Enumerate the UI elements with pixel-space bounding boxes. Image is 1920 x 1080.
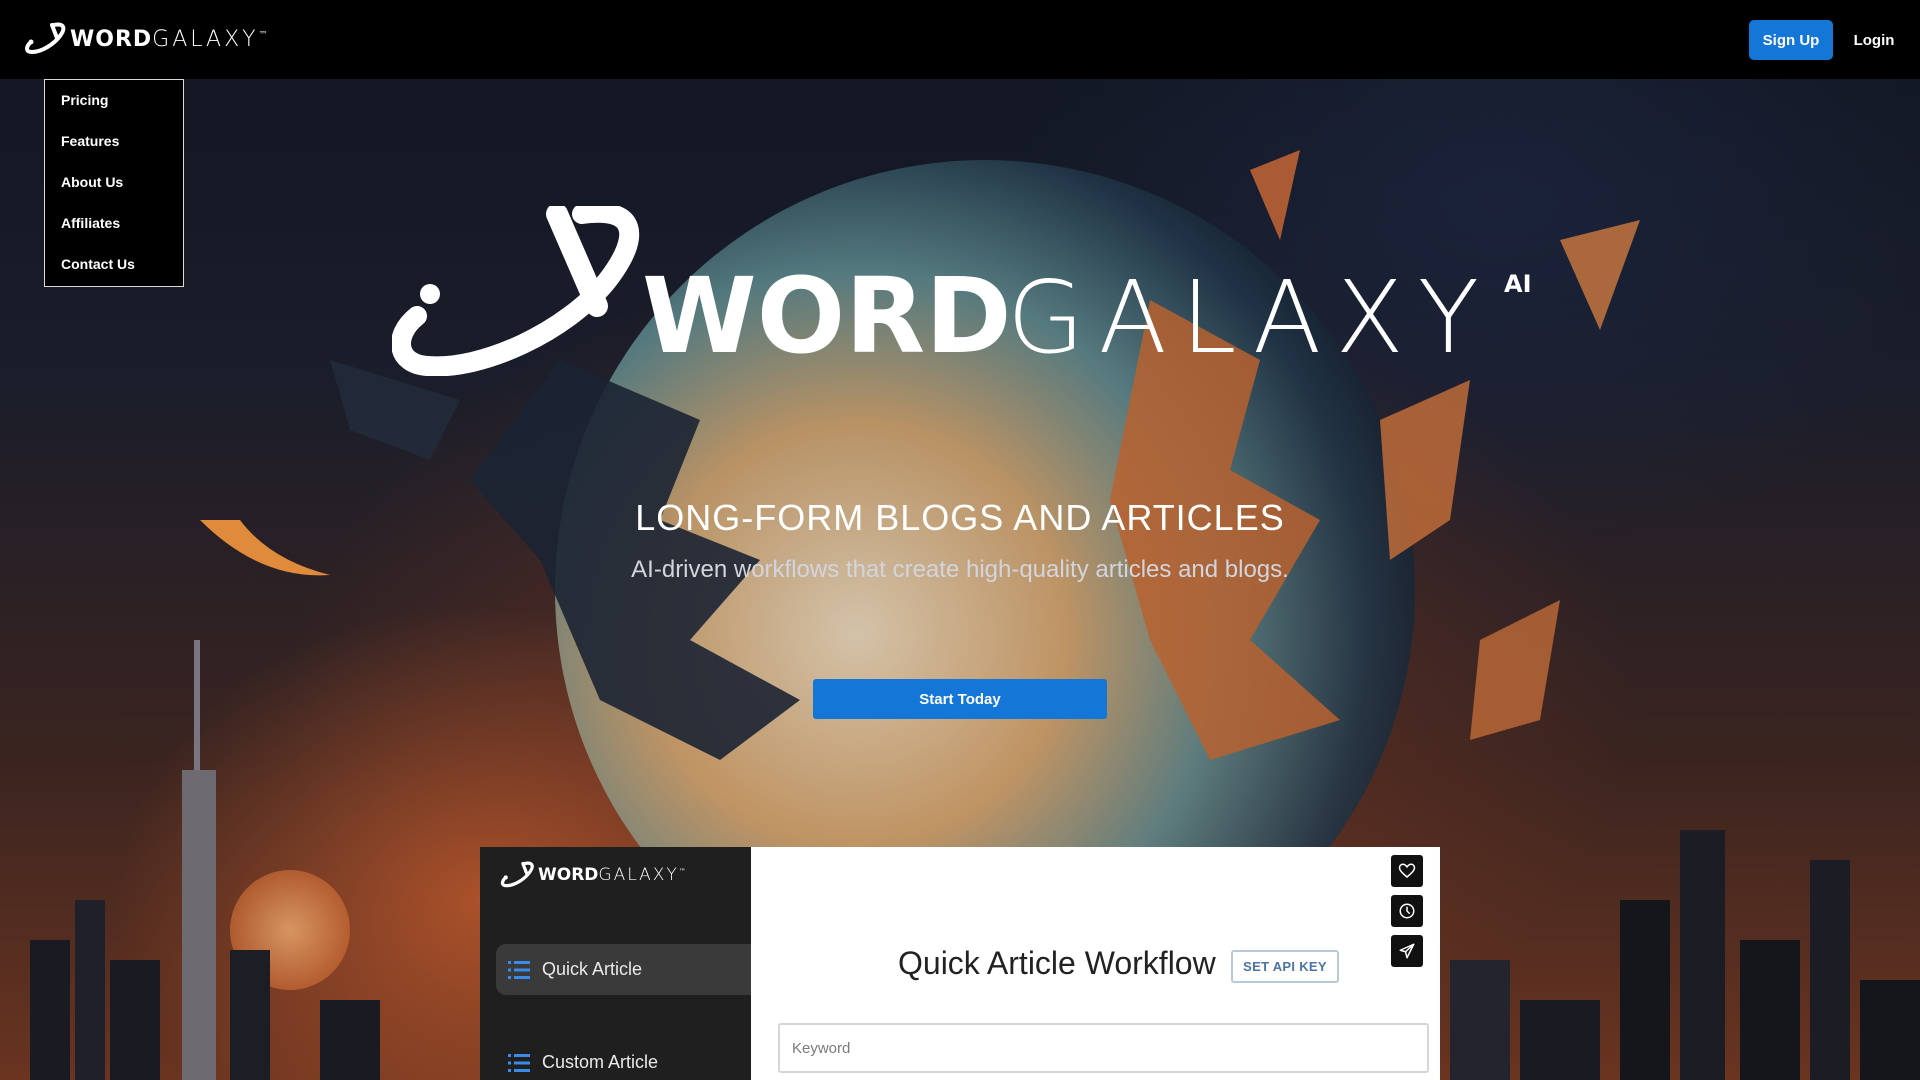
nav-dropdown-menu: Pricing Features About Us Affiliates Con… [44, 79, 184, 287]
preview-brand-wordmark: WORDGALAXY™ [538, 865, 686, 885]
set-api-key-button[interactable]: SET API KEY [1231, 950, 1339, 983]
preview-main-panel: Quick Article Workflow SET API KEY [751, 847, 1440, 1080]
brand-trademark: ™ [258, 30, 269, 41]
hero-logo-word: WORD [642, 255, 1012, 376]
menu-item-affiliates[interactable]: Affiliates [45, 203, 183, 244]
login-button[interactable]: Login [1846, 20, 1902, 60]
galaxy-swoosh-icon [25, 22, 66, 55]
menu-item-pricing[interactable]: Pricing [45, 80, 183, 121]
brand-word: WORD [70, 26, 153, 52]
heart-icon [1398, 863, 1416, 878]
menu-item-contact-us[interactable]: Contact Us [45, 244, 183, 285]
preview-page-title: Quick Article Workflow [898, 945, 1216, 981]
menu-item-features[interactable]: Features [45, 121, 183, 162]
preview-brand-logo: WORDGALAXY™ [500, 861, 686, 889]
hero-subtitle: AI-driven workflows that create high-qua… [631, 556, 1289, 583]
preview-sidebar: WORDGALAXY™ Quick Article Custom Article [480, 847, 751, 1080]
preview-brand-word: WORD [538, 865, 599, 885]
preview-swoosh-icon [500, 861, 534, 888]
signup-button[interactable]: Sign Up [1749, 20, 1833, 60]
send-icon [1399, 943, 1415, 959]
hero-logo-ai: AI [1504, 270, 1532, 298]
preview-nav-label: Quick Article [542, 959, 643, 979]
start-today-button[interactable]: Start Today [813, 679, 1107, 719]
preview-nav-custom-article[interactable]: Custom Article [496, 1037, 751, 1080]
keyword-input[interactable] [778, 1023, 1429, 1073]
brand-galaxy: GALAXY [152, 26, 259, 52]
preview-nav-quick-article[interactable]: Quick Article [496, 944, 751, 995]
list-icon [508, 1053, 530, 1073]
hero-title: LONG-FORM BLOGS AND ARTICLES [635, 497, 1285, 538]
preview-nav-label: Custom Article [542, 1052, 659, 1072]
clock-icon [1399, 903, 1415, 919]
hero-logo: WORD GALAXY AI [391, 202, 1532, 381]
send-button[interactable] [1391, 935, 1423, 967]
brand-wordmark: WORDGALAXY™ [70, 27, 269, 52]
list-icon [508, 960, 530, 980]
hero-logo-graphic: WORD GALAXY AI [391, 202, 1532, 377]
preview-brand-trademark: ™ [678, 867, 686, 876]
preview-brand-galaxy: GALAXY [598, 865, 679, 885]
favorite-button[interactable] [1391, 855, 1423, 887]
brand-logo[interactable]: WORDGALAXY™ [24, 21, 269, 57]
history-button[interactable] [1391, 895, 1423, 927]
hero-logo-galaxy: GALAXY [1007, 259, 1493, 376]
app-preview: WORDGALAXY™ Quick Article Custom Article… [480, 847, 1440, 1080]
menu-item-about-us[interactable]: About Us [45, 162, 183, 203]
top-navbar: WORDGALAXY™ Sign Up Login [0, 0, 1920, 79]
